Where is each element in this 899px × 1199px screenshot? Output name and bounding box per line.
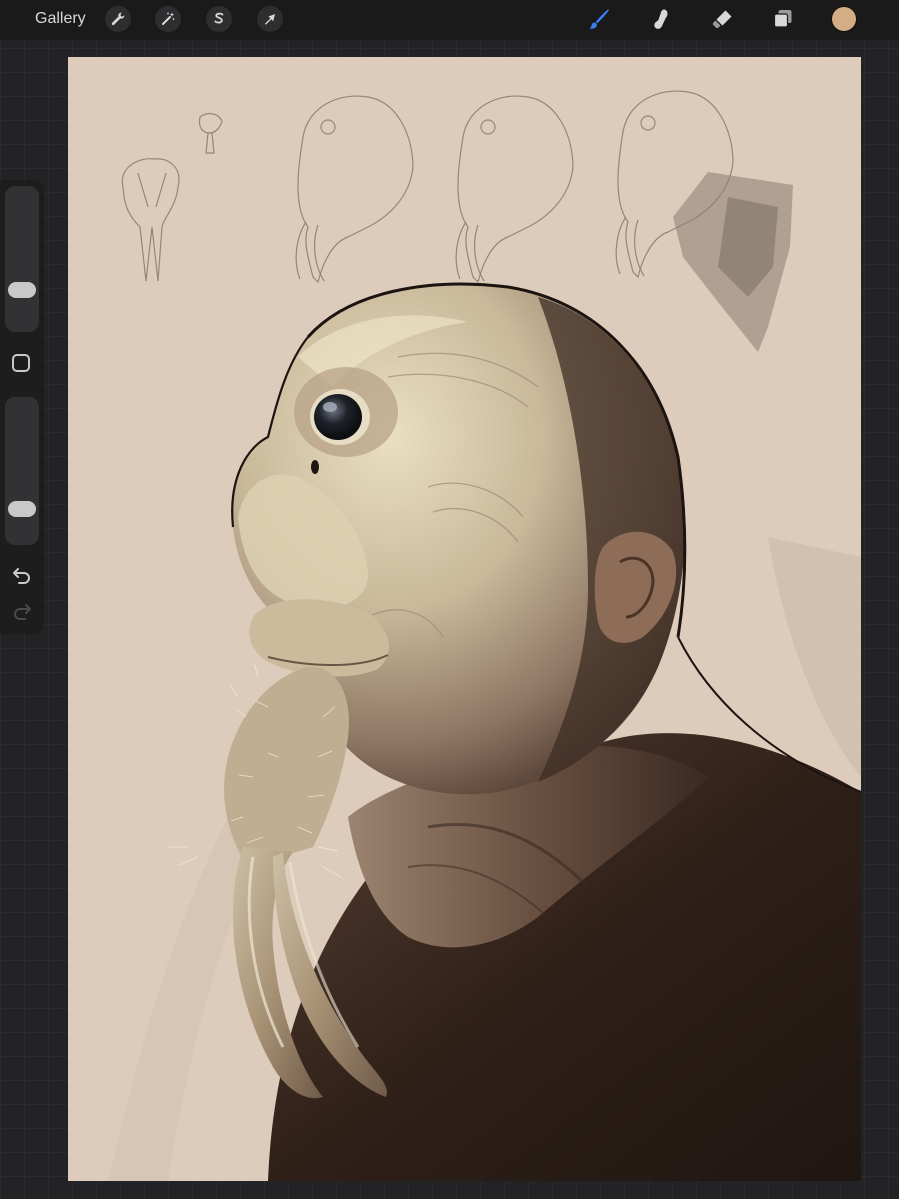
artwork (108, 90, 861, 1181)
smudge-tool[interactable] (647, 5, 675, 33)
layers-tool[interactable] (769, 5, 797, 33)
procreate-app: Gallery (0, 0, 899, 1199)
undo-icon (13, 568, 30, 584)
brush-size-thumb[interactable] (8, 282, 36, 298)
selection-button[interactable] (206, 6, 232, 32)
eraser-icon (712, 10, 732, 29)
brush-icon (589, 9, 609, 29)
brush-tool[interactable] (585, 5, 613, 33)
redo-icon (14, 604, 31, 620)
opacity-slider[interactable] (5, 397, 39, 545)
undo-button[interactable] (10, 564, 34, 586)
actions-button[interactable] (105, 6, 131, 32)
redo-button[interactable] (10, 600, 34, 622)
color-picker-swatch[interactable] (832, 7, 856, 31)
layers-icon (773, 10, 792, 28)
gallery-button[interactable]: Gallery (35, 9, 86, 29)
eraser-tool[interactable] (708, 5, 736, 33)
brush-size-slider[interactable] (5, 186, 39, 332)
adjustments-button[interactable] (155, 6, 181, 32)
selection-s-icon (214, 12, 224, 24)
magic-wand-icon (162, 12, 175, 25)
modify-button[interactable] (12, 354, 30, 372)
left-sidebar (0, 180, 44, 634)
wrench-icon (111, 12, 125, 26)
smudge-icon (654, 9, 668, 29)
drawing-canvas[interactable] (68, 57, 861, 1181)
arrow-cursor-icon (265, 14, 275, 25)
opacity-thumb[interactable] (8, 500, 36, 517)
transform-button[interactable] (257, 6, 283, 32)
top-toolbar: Gallery (0, 0, 899, 40)
